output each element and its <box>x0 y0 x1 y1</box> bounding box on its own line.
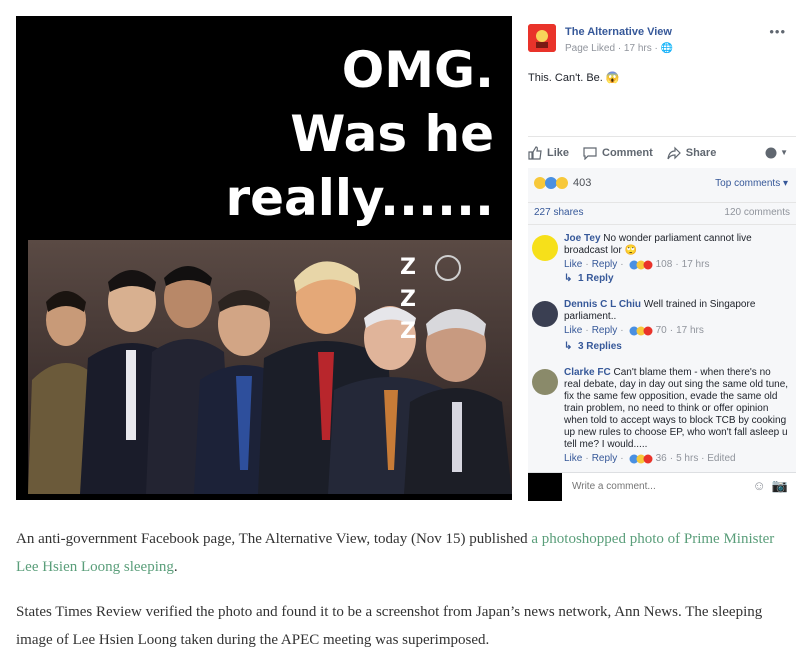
comment-like-link[interactable]: Like <box>564 325 582 337</box>
comment-item: Dennis C L Chiu Well trained in Singapor… <box>532 295 790 345</box>
comment-time: 17 hrs <box>681 259 710 270</box>
reply-arrow-icon: ↳ <box>564 341 573 352</box>
commenter-avatar[interactable] <box>532 369 558 395</box>
comment-item: Clarke FC Can't blame them - when there'… <box>532 363 790 473</box>
thumbs-up-icon <box>528 145 542 160</box>
comment-reaction-icons <box>629 454 653 464</box>
commenter-avatar[interactable] <box>532 235 558 261</box>
emoji-picker-icon[interactable]: ☺ <box>753 478 766 494</box>
comment-input-icons: ☺ 📷 <box>753 478 788 494</box>
post-meta: Page Liked · 17 hrs · 🌐 <box>565 43 674 54</box>
comment-reaction-icons <box>629 260 653 270</box>
page-avatar[interactable] <box>528 24 556 52</box>
globe-icon <box>765 147 777 158</box>
comment-reply-link[interactable]: Reply <box>592 259 618 271</box>
comment-button[interactable]: Comment <box>583 146 653 160</box>
reply-arrow-icon: ↳ <box>564 273 573 284</box>
headline-line-3: really...... <box>225 169 494 227</box>
comment-list: Joe Tey No wonder parliament cannot live… <box>528 224 796 464</box>
comment-like-link[interactable]: Like <box>564 259 582 271</box>
facebook-post-embed: OMG. Was he really...... Z Z Z The Alter… <box>16 16 796 501</box>
share-button[interactable]: Share <box>667 146 716 160</box>
thinking-emoji-icon: 🙄 <box>624 245 638 256</box>
z-mark-2: Z <box>400 287 416 312</box>
action-bar: Like Comment Share ▼ <box>528 136 796 168</box>
comment-text: Can't blame them - when there's no real … <box>564 367 789 450</box>
commenter-name[interactable]: Joe Tey <box>564 233 601 244</box>
post-text: This. Can't. Be. 😱 <box>528 72 620 84</box>
article-paragraph: An anti-government Facebook page, The Al… <box>16 531 775 575</box>
z-mark-3: Z <box>400 319 416 344</box>
headline-line-1: OMG. <box>341 41 494 99</box>
scream-emoji-icon: 😱 <box>605 72 620 84</box>
comment-icon <box>583 146 597 160</box>
comment-like-link[interactable]: Like <box>564 453 582 465</box>
view-replies-link[interactable]: ↳ 3 Replies <box>564 341 622 352</box>
shares-link[interactable]: 227 shares <box>534 207 583 220</box>
like-button[interactable]: Like <box>528 145 569 160</box>
more-options-icon[interactable]: ••• <box>769 24 786 39</box>
headline-line-2: Was he <box>290 105 494 163</box>
comments-count[interactable]: 120 comments <box>724 207 790 220</box>
globe-icon: 🌐 <box>660 43 674 54</box>
comment-reaction-count: 108 <box>655 259 673 270</box>
shares-row: 227 shares 120 comments <box>528 202 796 224</box>
comment-reply-link[interactable]: Reply <box>592 325 618 337</box>
leaders-scene-image: Z Z Z <box>28 240 512 494</box>
comment-reaction-icons <box>629 326 653 336</box>
reaction-icons <box>534 177 568 189</box>
comment-input[interactable] <box>572 481 722 492</box>
camera-icon[interactable]: 📷 <box>772 478 788 494</box>
commenter-name[interactable]: Dennis C L Chiu <box>564 299 641 310</box>
comments-area: 403 Top comments ▾ 227 shares 120 commen… <box>528 168 796 501</box>
comment-time: 17 hrs <box>676 325 704 336</box>
comment-time: 5 hrs · Edited <box>676 453 736 464</box>
commenter-name[interactable]: Clarke FC <box>564 367 611 378</box>
reactions-summary[interactable]: 403 <box>533 176 591 190</box>
article-paragraph: States Times Review verified the photo a… <box>16 604 763 648</box>
caret-down-icon: ▼ <box>780 148 788 157</box>
comment-reaction-count: 36 <box>655 453 667 464</box>
share-arrow-icon <box>667 146 681 159</box>
current-user-avatar <box>528 473 562 501</box>
commenter-avatar[interactable] <box>532 301 558 327</box>
view-replies-link[interactable]: ↳ 1 Reply <box>564 273 614 284</box>
write-comment-row: ☺ 📷 <box>528 472 796 501</box>
audience-selector[interactable]: ▼ <box>765 147 788 159</box>
sort-comments-dropdown[interactable]: Top comments ▾ <box>715 178 788 189</box>
comment-reply-link[interactable]: Reply <box>592 453 618 465</box>
comment-reaction-count: 70 <box>655 325 667 336</box>
post-photo[interactable]: OMG. Was he really...... Z Z Z <box>16 16 512 500</box>
photo-headline: OMG. Was he really...... <box>54 38 494 230</box>
z-mark-1: Z <box>400 255 416 280</box>
post-panel: The Alternative View Page Liked · 17 hrs… <box>520 16 796 501</box>
page-name-link[interactable]: The Alternative View <box>565 26 672 38</box>
